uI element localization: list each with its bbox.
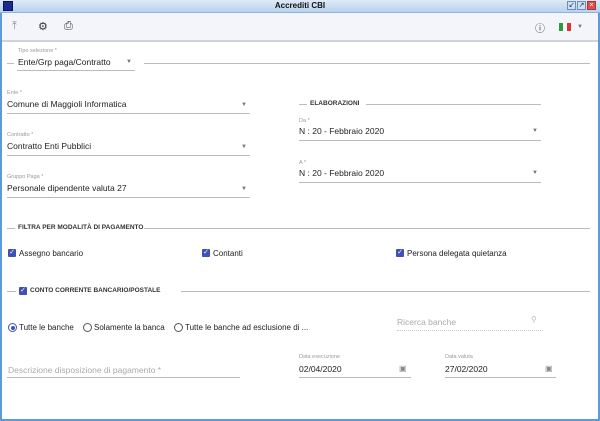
- filtra-heading: FILTRA PER MODALITÀ DI PAGAMENTO: [18, 224, 144, 231]
- contanti-label: Contanti: [213, 249, 243, 258]
- gruppo-paga-select[interactable]: Personale dipendente valuta 27: [7, 183, 127, 193]
- assegno-label: Assegno bancario: [19, 249, 84, 258]
- da-select[interactable]: N : 20 - Febbraio 2020: [299, 126, 384, 136]
- chevron-down-icon: ▼: [532, 128, 538, 134]
- conto-corrente-checkbox[interactable]: ✓: [19, 287, 27, 295]
- contratto-select[interactable]: Contratto Enti Pubblici: [7, 141, 91, 151]
- toolbar: ⤒ ⚙ ⎙ ⓘ ▼: [2, 13, 598, 42]
- contanti-checkbox[interactable]: ✓: [202, 249, 210, 257]
- gear-icon[interactable]: ⚙: [38, 20, 48, 33]
- close-button[interactable]: ×: [587, 1, 596, 10]
- print-icon[interactable]: ⎙: [64, 20, 73, 33]
- data-esecuzione-label: Data esecuzione: [299, 354, 340, 360]
- chevron-down-icon: ▼: [241, 144, 247, 150]
- assegno-checkbox[interactable]: ✓: [8, 249, 16, 257]
- tipo-selezione-label: Tipo selezione *: [18, 48, 57, 54]
- ente-label: Ente *: [7, 90, 22, 96]
- persona-delegata-checkbox[interactable]: ✓: [396, 249, 404, 257]
- persona-delegata-label: Persona delegata quietanza: [407, 249, 507, 258]
- descrizione-input[interactable]: Descrizione disposizione di pagamento *: [8, 365, 161, 375]
- search-icon[interactable]: ⚲: [531, 315, 537, 324]
- radio-solamente-la-banca[interactable]: [83, 323, 92, 332]
- chevron-down-icon: ▼: [241, 186, 247, 192]
- language-chevron-down-icon[interactable]: ▼: [577, 24, 583, 30]
- elaborazioni-heading: ELABORAZIONI: [310, 100, 360, 107]
- window-title: Accrediti CBI: [274, 1, 326, 10]
- chevron-down-icon: ▼: [241, 102, 247, 108]
- data-valuta-label: Data valuta: [445, 354, 473, 360]
- data-valuta-input[interactable]: 27/02/2020: [445, 364, 488, 374]
- data-esecuzione-input[interactable]: 02/04/2020: [299, 364, 342, 374]
- radio-tutte-le-banche[interactable]: [8, 323, 17, 332]
- radio-esclusione-label: Tutte le banche ad esclusione di ...: [185, 323, 309, 332]
- a-label: A *: [299, 160, 307, 166]
- radio-tutte-le-banche-label: Tutte le banche: [19, 323, 74, 332]
- ente-select[interactable]: Comune di Maggioli Informatica: [7, 99, 127, 109]
- maximize-button[interactable]: ↗: [577, 1, 586, 10]
- radio-esclusione[interactable]: [174, 323, 183, 332]
- help-icon[interactable]: ⓘ: [535, 20, 545, 35]
- gruppo-paga-label: Gruppo Paga *: [7, 174, 44, 180]
- minimize-button[interactable]: ↙: [567, 1, 576, 10]
- radio-solamente-la-banca-label: Solamente la banca: [94, 323, 165, 332]
- calendar-icon[interactable]: ▣: [399, 364, 407, 373]
- upload-icon[interactable]: ⤒: [12, 20, 17, 33]
- contratto-label: Contratto *: [7, 132, 34, 138]
- italy-flag-icon[interactable]: [559, 23, 571, 31]
- ricerca-banche-input[interactable]: Ricerca banche: [397, 317, 456, 327]
- da-label: Da *: [299, 118, 310, 124]
- conto-corrente-heading: CONTO CORRENTE BANCARIO/POSTALE: [30, 287, 161, 294]
- chevron-down-icon: ▼: [126, 59, 132, 65]
- a-select[interactable]: N : 20 - Febbraio 2020: [299, 168, 384, 178]
- chevron-down-icon: ▼: [532, 170, 538, 176]
- calendar-icon[interactable]: ▣: [545, 364, 553, 373]
- title-bar: Accrediti CBI ↙ ↗ ×: [0, 0, 600, 13]
- tipo-selezione-select[interactable]: Ente/Grp paga/Contratto: [18, 57, 111, 67]
